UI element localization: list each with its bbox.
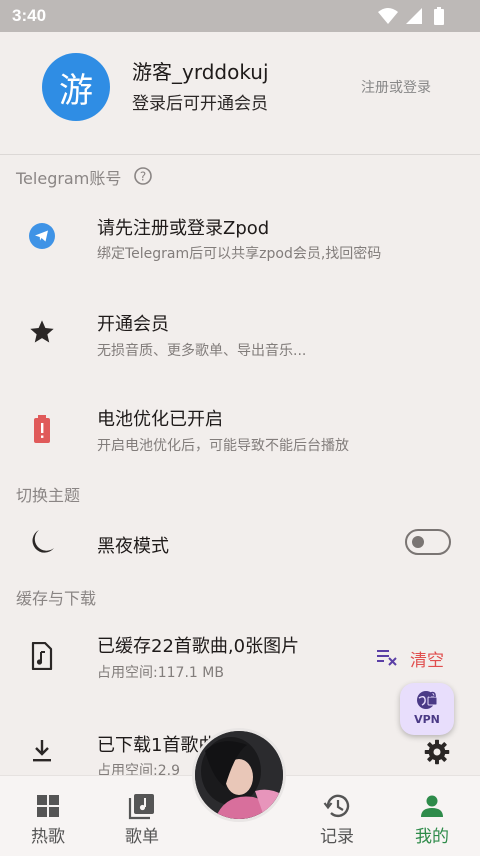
grid-icon bbox=[37, 795, 59, 817]
profile-header: 游 游客_yrddokuj 登录后可开通会员 注册或登录 bbox=[0, 32, 480, 154]
login-link[interactable]: 注册或登录 bbox=[361, 77, 431, 97]
vpn-button[interactable]: VPN bbox=[400, 683, 454, 735]
status-time: 3:40 bbox=[12, 6, 47, 25]
profile-subtitle: 登录后可开通会员 bbox=[132, 94, 268, 114]
music-library-icon bbox=[128, 794, 154, 820]
globe-lock-icon bbox=[417, 691, 438, 709]
clear-cache-button[interactable]: 清空 bbox=[410, 646, 444, 671]
telegram-item-subtitle: 绑定Telegram后可以共享zpod会员,找回密码 bbox=[97, 246, 382, 262]
cached-subtitle: 占用空间:117.1 MB bbox=[97, 665, 224, 681]
profile-name: 游客_yrddokuj bbox=[132, 60, 269, 84]
wifi-icon bbox=[378, 8, 398, 24]
membership-subtitle: 无损音质、更多歌单、导出音乐... bbox=[97, 343, 307, 359]
nav-mine[interactable]: 我的 bbox=[392, 776, 472, 856]
telegram-section-label: Telegram账号 bbox=[16, 169, 122, 188]
status-bar: 3:40 bbox=[0, 0, 480, 32]
clear-list-icon[interactable] bbox=[375, 644, 399, 670]
person-icon bbox=[421, 795, 443, 817]
nav-history[interactable]: 记录 bbox=[297, 776, 377, 856]
profile-divider bbox=[0, 154, 480, 155]
avatar[interactable]: 游 bbox=[42, 53, 110, 121]
nav-label: 热歌 bbox=[31, 827, 65, 847]
cache-section-title: 缓存与下载 bbox=[16, 589, 97, 608]
battery-icon bbox=[434, 7, 444, 25]
battery-subtitle: 开启电池优化后，可能导致不能后台播放 bbox=[97, 438, 349, 454]
theme-section-title: 切换主题 bbox=[16, 486, 81, 505]
nav-label: 我的 bbox=[415, 827, 449, 847]
telegram-item-title: 请先注册或登录Zpod bbox=[97, 218, 270, 239]
music-file-icon bbox=[31, 642, 53, 670]
svg-text:?: ? bbox=[140, 170, 146, 184]
status-icons bbox=[378, 7, 444, 25]
album-cover-image bbox=[195, 731, 283, 819]
dark-mode-toggle[interactable] bbox=[405, 529, 451, 555]
nav-playlists[interactable]: 歌单 bbox=[102, 776, 182, 856]
nav-hot-songs[interactable]: 热歌 bbox=[8, 776, 88, 856]
battery-alert-icon bbox=[34, 415, 50, 443]
moon-icon bbox=[32, 530, 54, 553]
mini-player-album-art[interactable] bbox=[192, 728, 286, 822]
settings-gear-icon[interactable] bbox=[423, 738, 451, 766]
telegram-icon bbox=[29, 223, 55, 249]
nav-label: 歌单 bbox=[125, 827, 159, 847]
signal-icon bbox=[406, 8, 422, 24]
vpn-label: VPN bbox=[414, 713, 440, 726]
history-icon bbox=[323, 794, 350, 818]
telegram-section-title: Telegram账号 bbox=[16, 165, 121, 189]
membership-title: 开通会员 bbox=[97, 314, 169, 335]
dark-mode-label: 黑夜模式 bbox=[97, 536, 169, 557]
download-icon bbox=[33, 740, 51, 762]
toggle-knob bbox=[412, 536, 424, 548]
cached-title: 已缓存22首歌曲,0张图片 bbox=[97, 636, 300, 657]
avatar-char: 游 bbox=[59, 70, 93, 111]
help-icon[interactable]: ? bbox=[133, 166, 153, 186]
battery-title: 电池优化已开启 bbox=[97, 409, 223, 430]
star-icon bbox=[30, 320, 54, 343]
nav-label: 记录 bbox=[320, 827, 354, 847]
